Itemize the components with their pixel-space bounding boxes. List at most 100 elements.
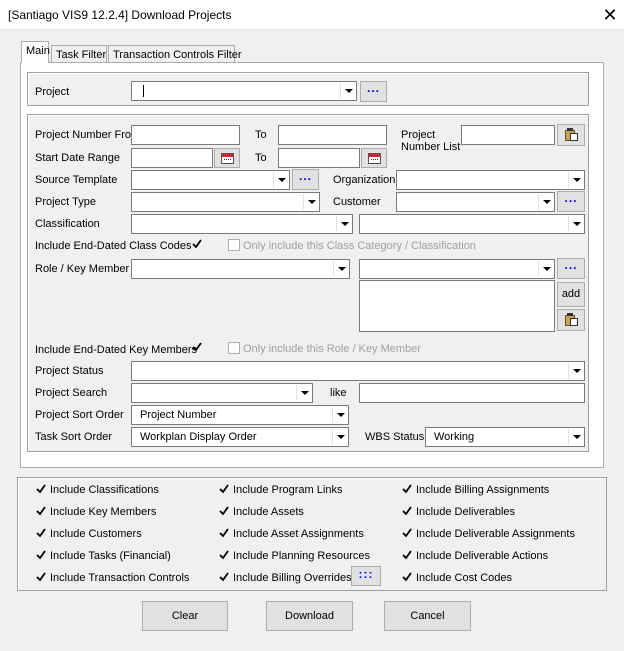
classification-label: Classification: [35, 218, 100, 230]
project-number-list-paste-button[interactable]: [557, 124, 585, 146]
only-include-role-checkbox[interactable]: [228, 342, 240, 354]
project-number-from-input[interactable]: [131, 125, 240, 145]
project-search-combo[interactable]: [131, 383, 313, 403]
project-search-label: Project Search: [35, 387, 108, 399]
include-key-members-label: Include Key Members: [50, 506, 157, 518]
include-tasks-financial-checkbox[interactable]: [35, 549, 47, 561]
clear-button[interactable]: Clear: [142, 601, 228, 631]
only-include-role-label: Only include this Role / Key Member: [243, 343, 421, 355]
dropdown-arrow-icon[interactable]: [568, 363, 583, 379]
dropdown-arrow-icon[interactable]: [340, 83, 355, 99]
include-program-links-checkbox[interactable]: [218, 483, 230, 495]
include-end-dated-key-members-label: Include End-Dated Key Members: [35, 344, 198, 356]
include-deliverable-actions-label: Include Deliverable Actions: [416, 550, 549, 562]
checkmark-icon: [402, 484, 412, 494]
start-date-to-calendar-button[interactable]: [361, 148, 387, 168]
include-cost-codes-checkbox[interactable]: [401, 571, 413, 583]
project-label: Project: [35, 86, 70, 98]
include-planning-resources-label: Include Planning Resources: [233, 550, 370, 562]
cancel-button[interactable]: Cancel: [384, 601, 471, 631]
dropdown-arrow-icon[interactable]: [568, 216, 583, 232]
checkmark-icon: [192, 239, 202, 249]
project-search-like-label: like: [330, 387, 347, 399]
start-date-from-calendar-button[interactable]: [214, 148, 240, 168]
project-number-list-input[interactable]: [461, 125, 555, 145]
classification-category-combo[interactable]: [131, 214, 353, 234]
project-sort-order-label: Project Sort Order: [35, 409, 124, 421]
checkmark-icon: [36, 572, 46, 582]
organization-combo[interactable]: [396, 170, 585, 190]
dropdown-arrow-icon[interactable]: [538, 261, 553, 277]
include-planning-resources-checkbox[interactable]: [218, 549, 230, 561]
include-customers-checkbox[interactable]: [35, 527, 47, 539]
start-date-from-input[interactable]: [131, 148, 213, 168]
project-ellipsis-button[interactable]: ...: [360, 81, 387, 102]
include-assets-checkbox[interactable]: [218, 505, 230, 517]
tab-main[interactable]: Main: [21, 41, 50, 63]
paste-icon: [564, 128, 578, 141]
project-status-combo[interactable]: [131, 361, 585, 381]
dropdown-arrow-icon[interactable]: [538, 194, 553, 210]
project-search-like-input[interactable]: [359, 383, 585, 403]
role-combo[interactable]: [131, 259, 350, 279]
include-end-dated-class-codes-checkbox[interactable]: [191, 238, 203, 250]
dropdown-arrow-icon[interactable]: [568, 172, 583, 188]
include-cost-codes-label: Include Cost Codes: [416, 572, 512, 584]
project-combo[interactable]: [131, 81, 357, 101]
dropdown-arrow-icon[interactable]: [336, 216, 351, 232]
checkmark-icon: [36, 550, 46, 560]
dropdown-arrow-icon[interactable]: [296, 385, 311, 401]
key-member-ellipsis-button[interactable]: ...: [557, 258, 585, 279]
project-sort-order-combo[interactable]: Project Number: [131, 405, 349, 425]
dropdown-arrow-icon[interactable]: [332, 407, 347, 423]
title-bar: [Santiago VIS9 12.2.4] Download Projects…: [0, 0, 624, 30]
project-type-combo[interactable]: [131, 192, 320, 212]
source-template-combo[interactable]: [131, 170, 290, 190]
billing-overrides-options-button[interactable]: :::: [351, 566, 381, 586]
dropdown-arrow-icon[interactable]: [333, 261, 348, 277]
include-billing-overrides-checkbox[interactable]: [218, 571, 230, 583]
include-deliverable-assignments-checkbox[interactable]: [401, 527, 413, 539]
include-deliverables-checkbox[interactable]: [401, 505, 413, 517]
checkmark-icon: [36, 484, 46, 494]
project-number-from-label: Project Number From: [35, 129, 141, 141]
customer-combo[interactable]: [396, 192, 555, 212]
include-end-dated-key-members-checkbox[interactable]: [191, 341, 203, 353]
project-number-list-label-2: Number List: [401, 141, 461, 153]
checkmark-icon: [402, 550, 412, 560]
checkmark-icon: [219, 484, 229, 494]
dropdown-arrow-icon[interactable]: [332, 429, 347, 445]
include-key-members-checkbox[interactable]: [35, 505, 47, 517]
dropdown-arrow-icon[interactable]: [303, 194, 318, 210]
close-icon[interactable]: ✕: [596, 3, 624, 27]
key-member-list[interactable]: [359, 280, 555, 332]
only-include-class-category-checkbox[interactable]: [228, 239, 240, 251]
task-sort-order-value: Workplan Display Order: [140, 431, 257, 443]
include-billing-assignments-checkbox[interactable]: [401, 483, 413, 495]
project-number-to-input[interactable]: [278, 125, 387, 145]
classification-code-combo[interactable]: [359, 214, 585, 234]
start-date-to-input[interactable]: [278, 148, 360, 168]
wbs-status-combo[interactable]: Working: [425, 427, 585, 447]
include-deliverable-actions-checkbox[interactable]: [401, 549, 413, 561]
paste-icon: [564, 313, 578, 326]
key-member-combo[interactable]: [359, 259, 555, 279]
include-classifications-checkbox[interactable]: [35, 483, 47, 495]
project-status-label: Project Status: [35, 365, 104, 377]
dropdown-arrow-icon[interactable]: [273, 172, 288, 188]
key-member-paste-button[interactable]: [557, 309, 585, 331]
source-template-ellipsis-button[interactable]: ...: [292, 169, 319, 190]
include-transaction-controls-checkbox[interactable]: [35, 571, 47, 583]
dropdown-arrow-icon[interactable]: [568, 429, 583, 445]
add-key-member-button[interactable]: add: [557, 282, 585, 307]
checkmark-icon: [36, 528, 46, 538]
customer-ellipsis-button[interactable]: ...: [557, 191, 585, 212]
options-grid-icon: :::: [358, 567, 374, 581]
only-include-class-category-label: Only include this Class Category / Class…: [243, 240, 476, 252]
include-asset-assignments-checkbox[interactable]: [218, 527, 230, 539]
ellipsis-icon: ...: [298, 169, 312, 183]
task-sort-order-combo[interactable]: Workplan Display Order: [131, 427, 349, 447]
include-deliverable-assignments-label: Include Deliverable Assignments: [416, 528, 575, 540]
download-button[interactable]: Download: [266, 601, 353, 631]
checkmark-icon: [36, 506, 46, 516]
